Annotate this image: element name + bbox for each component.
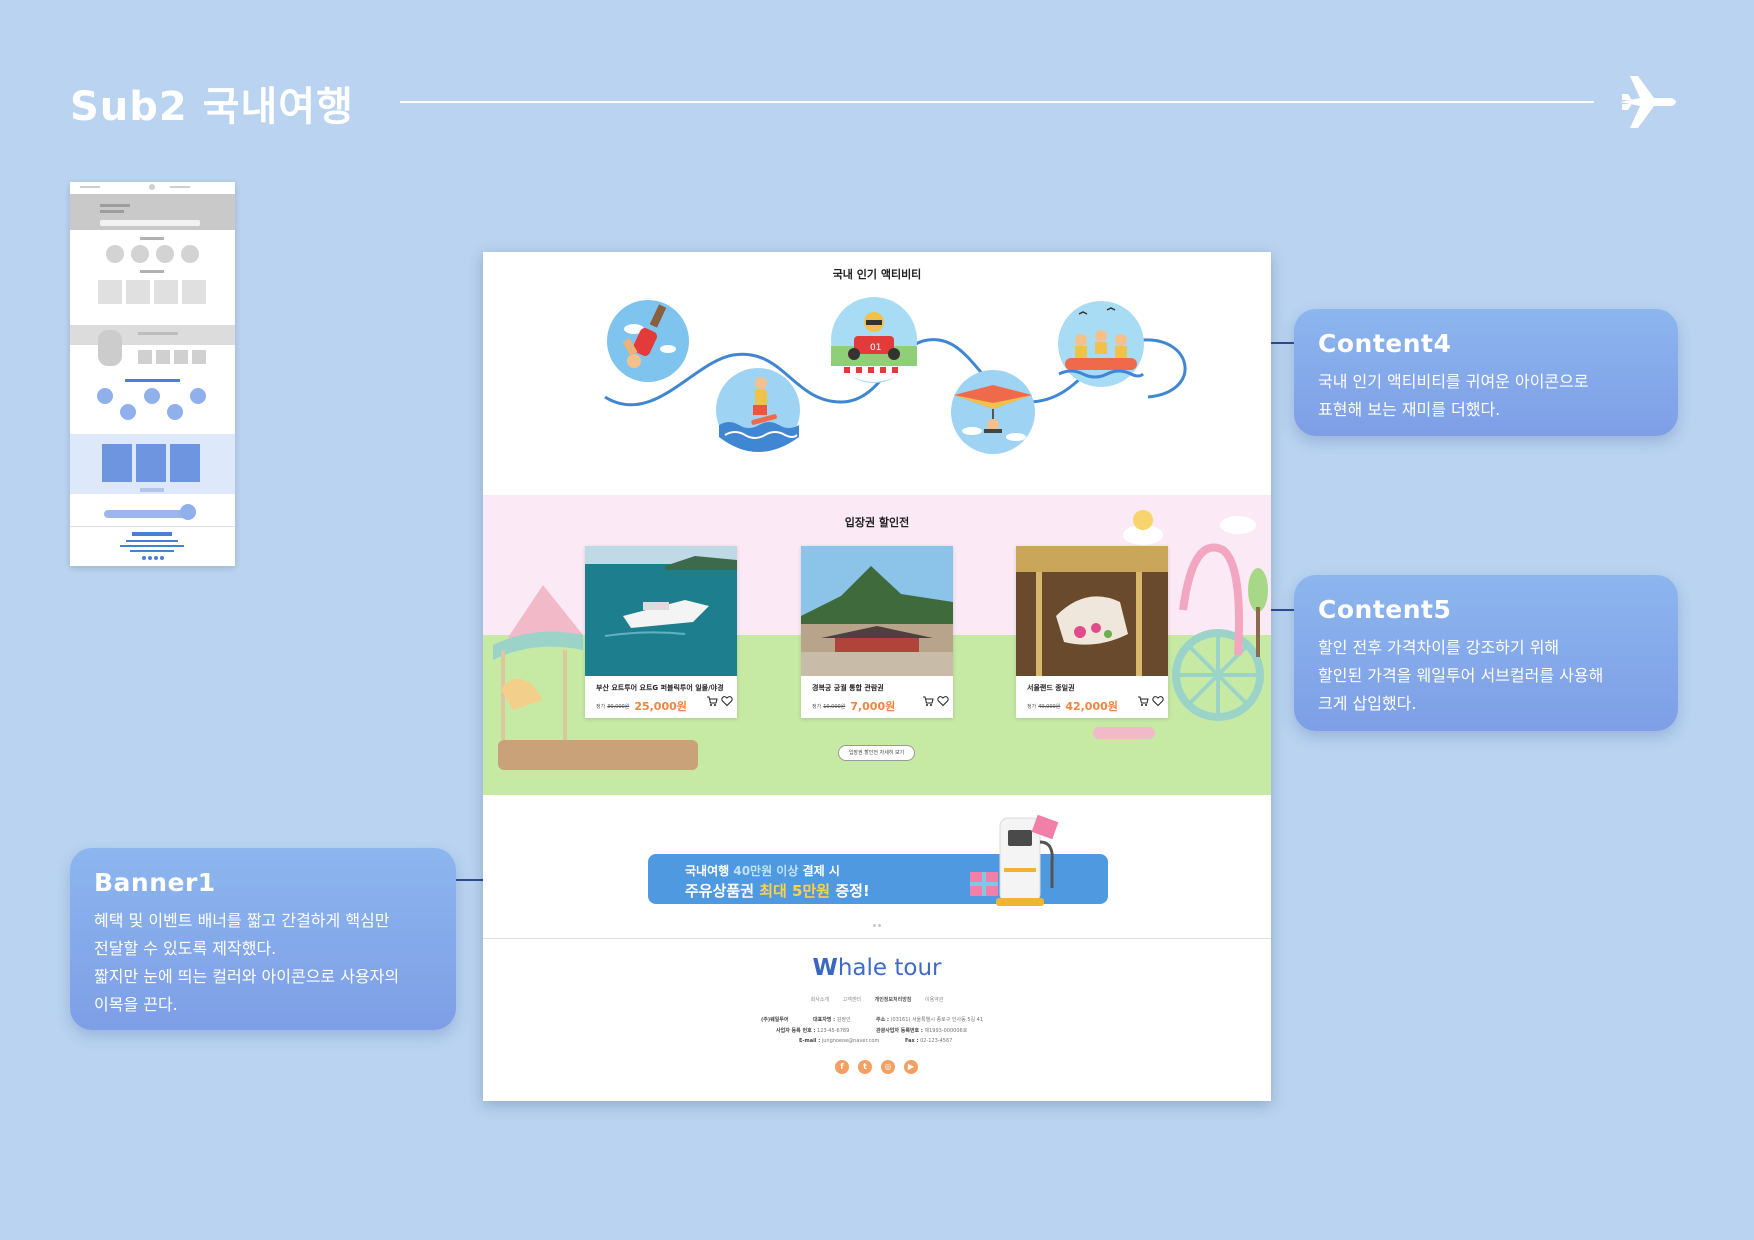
callout-banner1-line: 전달할 수 있도록 제작했다. [94,939,277,958]
fax-value: 02-123-4567 [920,1038,953,1044]
discount-section-title: 입장권 할인전 [844,516,910,529]
footer-link[interactable]: 이용약관 [925,997,943,1003]
callout-content5-line: 크게 삽입했다. [1318,694,1417,713]
address-value: (03161) 서울특별시 종로구 인사동 5길 41 [890,1017,984,1023]
biz-label: 사업자 등록 번호 : [776,1028,816,1034]
sale-price: 42,000원 [1065,700,1118,713]
callout-banner1-line: 짧지만 눈에 띄는 컬러와 아이콘으로 사용자의 [94,967,400,986]
callout-content5-line: 할인된 가격을 웨일투어 서브컬러를 사용해 [1318,666,1604,685]
callout-banner1-line: 혜택 및 이벤트 배너를 짧고 간결하게 핵심만 [94,911,390,930]
logo-text: hale tour [837,955,942,981]
biz-value: 123-45-6789 [817,1028,850,1034]
footer-link[interactable]: 회사소개 [811,997,829,1003]
footer-fax: Fax : 02-123-4567 [905,1038,952,1044]
footer-tour-no: 관광사업자 등록번호 : 제1993-000006호 [876,1027,967,1034]
orig-price: 30,000원 [607,703,630,710]
fax-label: Fax : [905,1038,919,1044]
youtube-icon[interactable]: ▶ [904,1060,918,1074]
orig-price-label: 정가 [596,703,606,710]
email-label: E-mail : [799,1038,821,1044]
ceo-label: 대표자명 : [813,1017,836,1023]
footer-biz-no: 사업자 등록 번호 : 123-45-6789 [776,1027,849,1034]
callout-content4: Content4 국내 인기 액티비티를 귀여운 아이콘으로 표현해 보는 재미… [1294,309,1678,436]
footer-link[interactable]: 개인정보처리방침 [875,997,912,1003]
footer-company: (주)웨일투어 [761,1016,789,1023]
cart-icon[interactable] [706,695,718,707]
page-title: Sub2 국내여행 [70,84,354,130]
footer-address: 주소 : (03161) 서울특별시 종로구 인사동 5길 41 [876,1016,983,1023]
page-mockup: 국내 인기 액티비티 01 입장권 할인전 부산 요트투어 요트G 퍼블릭투어 … [483,252,1271,1101]
banner-highlight: 40만원 이상 [733,864,799,878]
title-divider [400,101,1594,103]
orig-price-label: 정가 [1027,703,1037,710]
company-name: (주)웨일투어 [761,1017,789,1023]
cart-icon[interactable] [922,695,934,707]
banner-text: 결제 시 [798,864,840,878]
heart-icon[interactable] [721,695,733,707]
orig-price: 49,000원 [1038,703,1061,710]
address-label: 주소 : [876,1017,889,1023]
email-value: jungnoeoe@naver.com [821,1038,880,1044]
footer-email: E-mail : jungnoeoe@naver.com [799,1038,879,1044]
banner-highlight: 최대 5만원 [759,882,831,900]
price-row: 정가 49,000원 42,000원 [1027,695,1164,714]
svg-text:01: 01 [870,343,881,353]
footer-links: 회사소개 고객센터 개인정보처리방침 이용약관 [483,996,1271,1003]
cart-icon[interactable] [1137,695,1149,707]
callout-content5-title: Content5 [1318,595,1452,624]
bungee-jump-icon[interactable] [606,299,690,383]
hang-glider-icon[interactable] [950,369,1036,455]
orig-price: 10,000원 [823,703,846,710]
facebook-icon[interactable]: f [835,1060,849,1074]
heart-icon[interactable] [937,695,949,707]
wireframe-thumbnail [70,182,235,566]
banner-line2: 주유상품권 최대 5만원 증정! [685,880,870,901]
callout-banner1-title: Banner1 [94,868,216,897]
sale-price: 25,000원 [634,700,687,713]
product-card[interactable]: 부산 요트투어 요트G 퍼블릭투어 일몰/야경 정가 30,000원 25,00… [585,546,737,718]
product-card[interactable]: 경복궁 궁궐 통합 관람권 정가 10,000원 7,000원 [801,546,953,718]
discount-more-button[interactable]: 입장권 할인전 자세히 보기 [838,745,915,761]
surfing-icon[interactable] [715,367,801,453]
gas-pump-gift-icon [970,814,1059,906]
callout-content5-line: 할인 전후 가격차이를 강조하기 위해 [1318,638,1560,657]
footer-divider [483,938,1271,939]
sale-price: 7,000원 [850,700,896,713]
twitter-icon[interactable]: t [858,1060,872,1074]
product-name: 부산 요트투어 요트G 퍼블릭투어 일몰/야경 [596,684,724,692]
yacht-photo [585,546,737,676]
callout-content4-title: Content4 [1318,329,1452,358]
banner-line1: 국내여행 40만원 이상 결제 시 [685,862,840,879]
banner-text: 증정! [830,882,870,900]
banner-text: 주유상품권 [685,882,760,900]
tour-value: 제1993-000006호 [924,1028,968,1034]
airplane-icon [1620,76,1676,128]
banner-text: 국내여행 [685,864,734,878]
footer-ceo: 대표자명 : 김정인 [813,1016,851,1023]
palace-photo [801,546,953,676]
rafting-icon[interactable] [1057,300,1145,388]
footer-logo[interactable]: Whale tour [483,955,1271,981]
banner-pagination[interactable] [872,912,882,931]
callout-banner1-line: 이목을 끈다. [94,995,178,1014]
footer-link[interactable]: 고객센터 [843,997,861,1003]
callout-content5: Content5 할인 전후 가격차이를 강조하기 위해 할인된 가격을 웨일투… [1294,575,1678,731]
product-card[interactable]: 서울랜드 종일권 정가 49,000원 42,000원 [1016,546,1168,718]
callout-content4-line: 국내 인기 액티비티를 귀여운 아이콘으로 [1318,372,1589,391]
ceo-value: 김정인 [836,1017,851,1023]
carousel-photo [1016,546,1168,676]
price-row: 정가 10,000원 7,000원 [812,695,949,714]
callout-content4-line: 표현해 보는 재미를 더했다. [1318,400,1501,419]
heart-icon[interactable] [1152,695,1164,707]
price-row: 정가 30,000원 25,000원 [596,695,733,714]
tour-label: 관광사업자 등록번호 : [876,1028,923,1034]
instagram-icon[interactable]: ◎ [881,1060,895,1074]
logo-w: W [812,955,838,981]
product-name: 경복궁 궁궐 통합 관람권 [812,684,884,692]
product-name: 서울랜드 종일권 [1027,684,1075,692]
go-kart-icon[interactable]: 01 [830,296,918,384]
orig-price-label: 정가 [812,703,822,710]
callout-banner1: Banner1 혜택 및 이벤트 배너를 짧고 간결하게 핵심만 전달할 수 있… [70,848,456,1030]
